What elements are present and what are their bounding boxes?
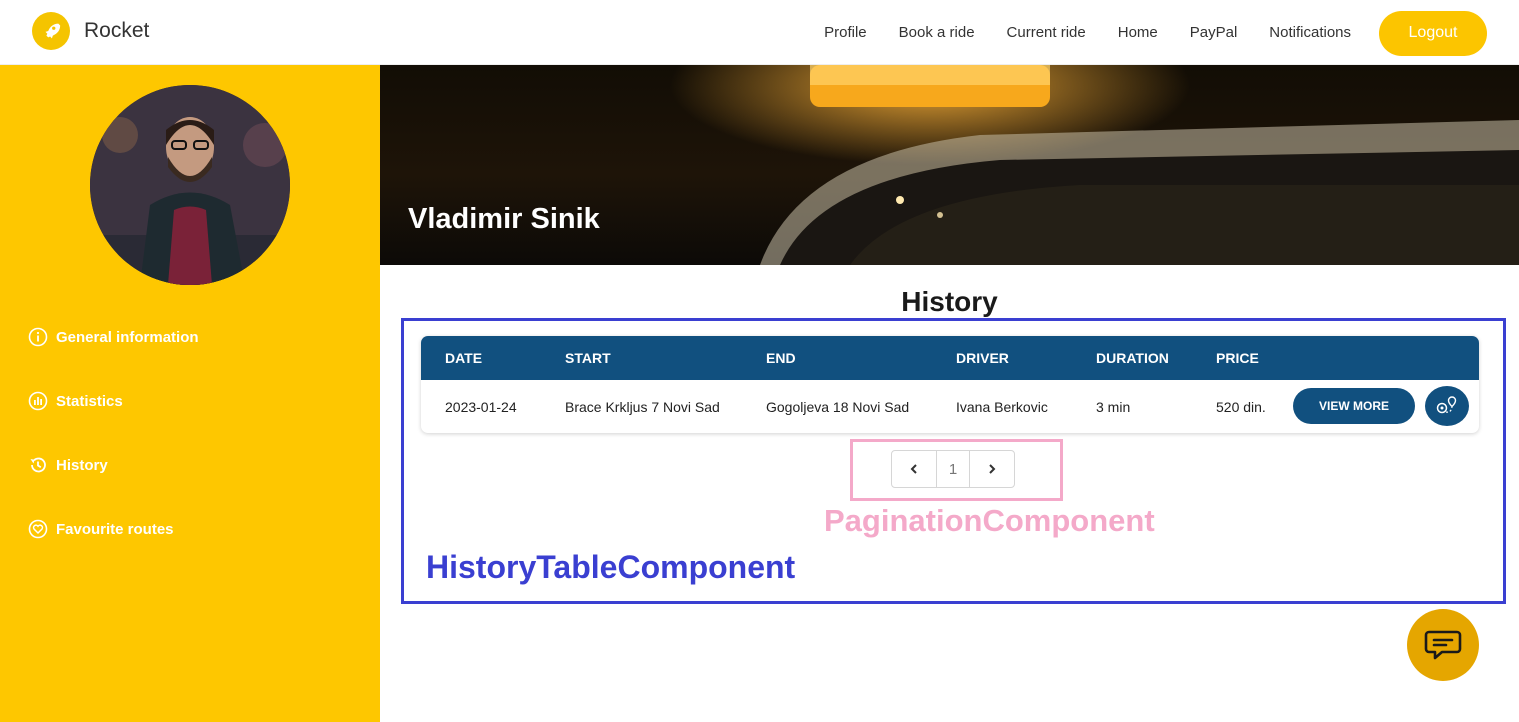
heart-icon bbox=[28, 519, 48, 539]
column-header-driver: DRIVER bbox=[956, 350, 1009, 366]
profile-banner: Vladimir Sinik bbox=[380, 65, 1519, 265]
pagination-component-label: PaginationComponent bbox=[824, 503, 1155, 538]
brand[interactable]: Rocket bbox=[32, 12, 149, 50]
column-header-end: END bbox=[766, 350, 796, 366]
next-page-button[interactable] bbox=[970, 451, 1014, 487]
history-icon bbox=[28, 455, 48, 475]
column-header-start: START bbox=[565, 350, 611, 366]
logout-button[interactable]: Logout bbox=[1379, 10, 1487, 56]
history-table: DATE START END DRIVER DURATION PRICE 202… bbox=[421, 336, 1479, 433]
column-header-price: PRICE bbox=[1216, 350, 1259, 366]
cell-start: Brace Krkljus 7 Novi Sad bbox=[565, 398, 720, 415]
sidebar-item-favourite-routes[interactable]: Favourite routes bbox=[28, 519, 199, 539]
chevron-left-icon bbox=[910, 464, 917, 474]
brand-name: Rocket bbox=[84, 19, 150, 42]
sidebar: General information Statistics History F… bbox=[0, 65, 380, 722]
sidebar-item-label: General information bbox=[56, 328, 199, 346]
sidebar-item-history[interactable]: History bbox=[28, 455, 199, 475]
chevron-right-icon bbox=[989, 464, 996, 474]
history-table-component-label: HistoryTableComponent bbox=[426, 549, 796, 585]
route-pin-icon bbox=[1434, 395, 1460, 417]
nav-notifications[interactable]: Notifications bbox=[1269, 10, 1351, 56]
nav-home[interactable]: Home bbox=[1118, 10, 1158, 56]
rocket-icon bbox=[32, 12, 70, 50]
history-table-component: DATE START END DRIVER DURATION PRICE 202… bbox=[401, 318, 1506, 604]
nav-profile[interactable]: Profile bbox=[824, 10, 867, 56]
route-map-button[interactable] bbox=[1425, 386, 1469, 426]
sidebar-item-label: History bbox=[56, 456, 108, 474]
info-icon bbox=[28, 327, 48, 347]
cell-end: Gogoljeva 18 Novi Sad bbox=[766, 398, 910, 415]
table-row: 2023-01-24 Brace Krkljus 7 Novi Sad Gogo… bbox=[421, 380, 1479, 433]
sidebar-item-statistics[interactable]: Statistics bbox=[28, 391, 199, 411]
pagination-component: 1 bbox=[850, 439, 1063, 501]
nav-book-a-ride[interactable]: Book a ride bbox=[899, 10, 975, 56]
pagination: 1 bbox=[891, 450, 1015, 488]
column-header-date: DATE bbox=[445, 350, 483, 366]
nav-paypal[interactable]: PayPal bbox=[1190, 10, 1238, 56]
view-more-button[interactable]: VIEW MORE bbox=[1293, 388, 1415, 424]
nav-links: Profile Book a ride Current ride Home Pa… bbox=[824, 10, 1487, 56]
history-title: History bbox=[901, 286, 998, 317]
cell-date: 2023-01-24 bbox=[445, 398, 517, 415]
side-menu: General information Statistics History F… bbox=[28, 327, 199, 583]
cell-driver: Ivana Berkovic bbox=[956, 398, 1048, 415]
cell-duration: 3 min bbox=[1096, 398, 1131, 415]
cell-price: 520 din. bbox=[1216, 398, 1266, 415]
previous-page-button[interactable] bbox=[892, 451, 936, 487]
chat-icon bbox=[1424, 628, 1462, 662]
chat-button[interactable] bbox=[1407, 609, 1479, 681]
nav-current-ride[interactable]: Current ride bbox=[1007, 10, 1086, 56]
user-name: Vladimir Sinik bbox=[408, 203, 600, 235]
page-number-button[interactable]: 1 bbox=[936, 451, 970, 487]
sidebar-item-general-information[interactable]: General information bbox=[28, 327, 199, 347]
statistics-icon bbox=[28, 391, 48, 411]
top-navbar: Rocket Profile Book a ride Current ride … bbox=[0, 0, 1519, 65]
sidebar-item-label: Favourite routes bbox=[56, 520, 174, 538]
column-header-duration: DURATION bbox=[1096, 350, 1169, 366]
avatar bbox=[90, 85, 290, 285]
table-header: DATE START END DRIVER DURATION PRICE bbox=[421, 336, 1479, 380]
sidebar-item-label: Statistics bbox=[56, 392, 123, 410]
